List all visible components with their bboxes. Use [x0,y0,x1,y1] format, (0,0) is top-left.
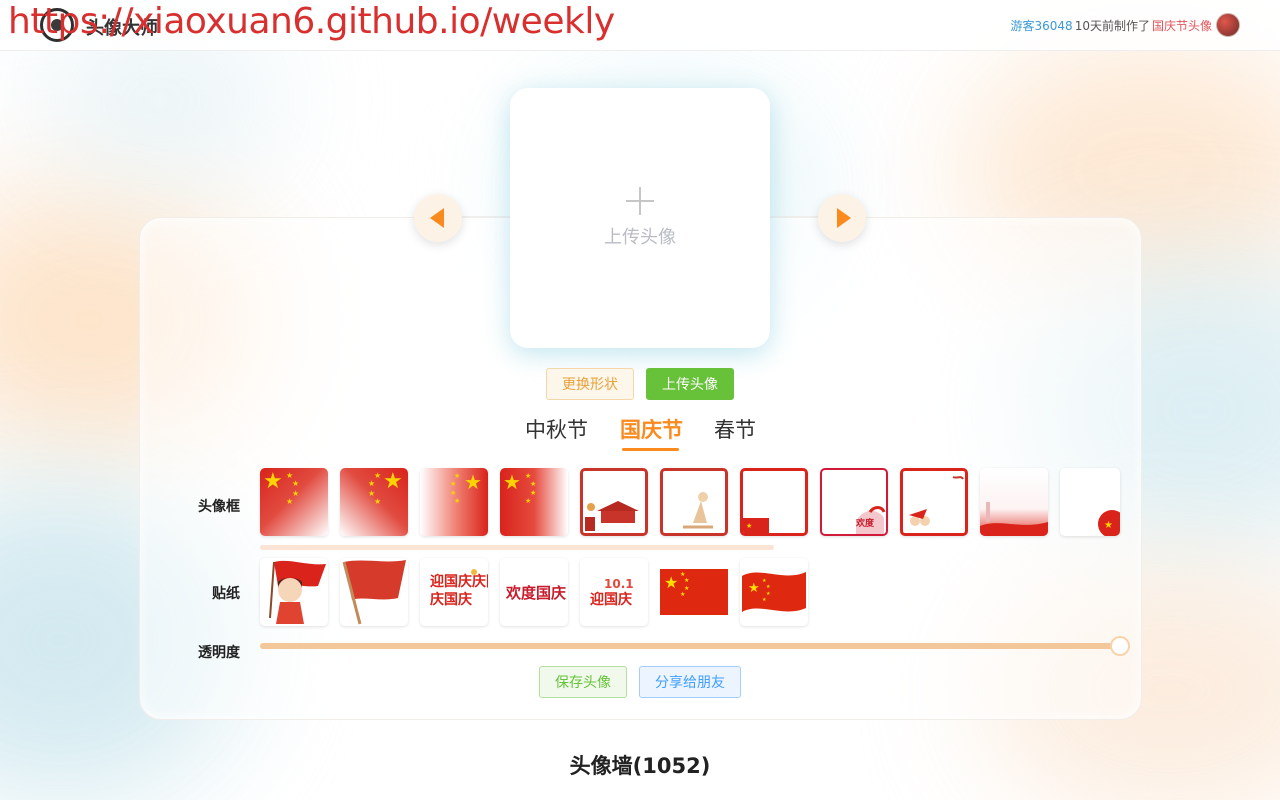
opacity-slider-handle[interactable] [1110,636,1130,656]
star-icon: ★ [503,470,521,494]
sticker-thumbnail[interactable]: 10.1 迎国庆 [580,558,648,626]
arrow-right-icon [836,208,851,228]
share-button[interactable]: 分享给朋友 [639,666,741,698]
svg-text:★: ★ [1104,520,1113,531]
star-icon: ★ [464,470,482,494]
sticker-thumbnail[interactable]: ★ ★ ★ ★ ★ [740,558,808,626]
frame-thumbnail[interactable]: 欢度 [820,468,888,536]
sticker-thumbnail[interactable] [340,558,408,626]
kids-with-flag-icon [909,476,964,526]
opacity-label: 透明度 [198,645,240,661]
sticker-thumbnail[interactable] [260,558,328,626]
svg-text:庆国庆: 庆国庆 [430,591,472,608]
frame-thumbnail[interactable]: ★ ★ ★ ★ ★ [340,468,408,536]
sticker-thumbnail[interactable]: ★ ★ ★ ★ ★ [660,558,728,626]
url-watermark: https://xiaoxuan6.github.io/weekly [8,1,615,42]
tiananmen-icon [585,501,639,531]
star-icon: ★ [292,479,300,488]
star-icon: ★ [292,489,300,498]
frame-thumbnail[interactable] [900,468,968,536]
tab-mid-autumn[interactable]: 中秋节 [525,414,588,444]
star-icon: ★ [383,469,403,494]
celebrate-national-day-icon: 迎国庆庆国庆 庆国庆 [430,569,488,608]
sticker-thumbnail[interactable]: 迎国庆庆国庆 庆国庆 [420,558,488,626]
star-icon: ★ [374,497,382,506]
red-flag-icon [342,560,406,625]
stickers-label: 贴纸 [212,586,240,602]
next-button[interactable] [818,194,866,242]
national-day-101-icon: 10.1 迎国庆 [590,577,634,608]
frame-thumbnail[interactable]: ★ [1060,468,1120,536]
flag-corner-icon: ★ [743,518,769,533]
recent-action-text: 10天前制作了 [1074,18,1150,33]
frames-scrollbar[interactable] [260,545,774,550]
svg-text:10.1: 10.1 [604,577,634,591]
svg-text:★: ★ [766,591,771,597]
flag-circle-icon: ★ [1098,510,1120,536]
tab-spring-festival[interactable]: 春节 [714,414,756,444]
svg-text:迎国庆: 迎国庆 [590,591,632,608]
star-icon: ★ [450,480,457,488]
frame-thumbnail[interactable]: ★ [740,468,808,536]
svg-text:欢度国庆: 欢度国庆 [505,584,566,602]
monument-icon [980,502,1048,536]
svg-text:欢度: 欢度 [855,517,875,529]
recent-guest-name[interactable]: 游客36048 [1011,17,1073,34]
frames-label: 头像框 [198,499,240,515]
plus-icon [626,187,654,215]
tab-national-day[interactable]: 国庆节 [620,414,683,444]
svg-text:迎国庆庆国庆: 迎国庆庆国庆 [430,573,488,590]
recent-item-link[interactable]: 国庆节头像 [1152,17,1212,34]
svg-text:★: ★ [746,522,752,530]
girl-with-flag-icon [269,560,326,624]
star-icon: ★ [286,497,294,506]
star-icon: ★ [263,469,283,494]
festival-decoration-icon [683,492,713,529]
star-icon: ★ [530,480,537,488]
star-icon: ★ [525,472,532,480]
sticker-thumbnail[interactable]: 欢度国庆 [500,558,568,626]
frame-thumbnail[interactable] [660,468,728,536]
svg-text:★: ★ [680,591,685,598]
avatar-wall-title: 头像墙(1052) [569,754,711,778]
previous-button[interactable] [414,194,462,242]
china-flag-icon: ★ ★ ★ ★ ★ [660,569,728,615]
star-icon: ★ [450,489,457,497]
frame-thumbnail[interactable]: ★ ★ ★ ★ ★ [500,468,568,536]
active-tab-indicator [622,448,679,451]
frame-thumbnail[interactable] [580,468,648,536]
svg-text:★: ★ [684,577,689,584]
star-icon: ★ [454,472,461,480]
frame-thumbnail[interactable] [980,468,1048,536]
save-avatar-button[interactable]: 保存头像 [539,666,627,698]
waving-china-flag-icon: ★ ★ ★ ★ ★ [742,572,806,612]
frame-thumbnail[interactable]: ★ ★ ★ ★ ★ [260,468,328,536]
happy-national-day-icon: 欢度国庆 [505,584,566,602]
change-shape-button[interactable]: 更换形状 [546,368,634,400]
recent-avatar-thumbnail[interactable] [1216,13,1240,37]
upload-avatar-button[interactable]: 上传头像 [646,368,734,400]
star-icon: ★ [530,489,537,497]
svg-text:★: ★ [762,597,767,603]
star-icon: ★ [374,471,382,480]
festival-text-decoration-icon: 欢度 [855,506,886,534]
avatar-preview-upload-area[interactable]: 上传头像 [510,88,770,348]
upload-hint-text: 上传头像 [604,227,676,248]
opacity-slider-track[interactable] [260,643,1120,649]
star-icon: ★ [454,497,461,505]
arrow-left-icon [429,208,444,228]
svg-text:★: ★ [664,573,678,592]
star-icon: ★ [525,497,532,505]
frame-thumbnail[interactable]: ★ ★ ★ ★ ★ [420,468,488,536]
recent-activity: 游客36048 10天前制作了 国庆节头像 [1011,12,1240,38]
svg-text:★: ★ [748,581,760,596]
star-icon: ★ [368,479,376,488]
svg-text:★: ★ [766,584,771,590]
